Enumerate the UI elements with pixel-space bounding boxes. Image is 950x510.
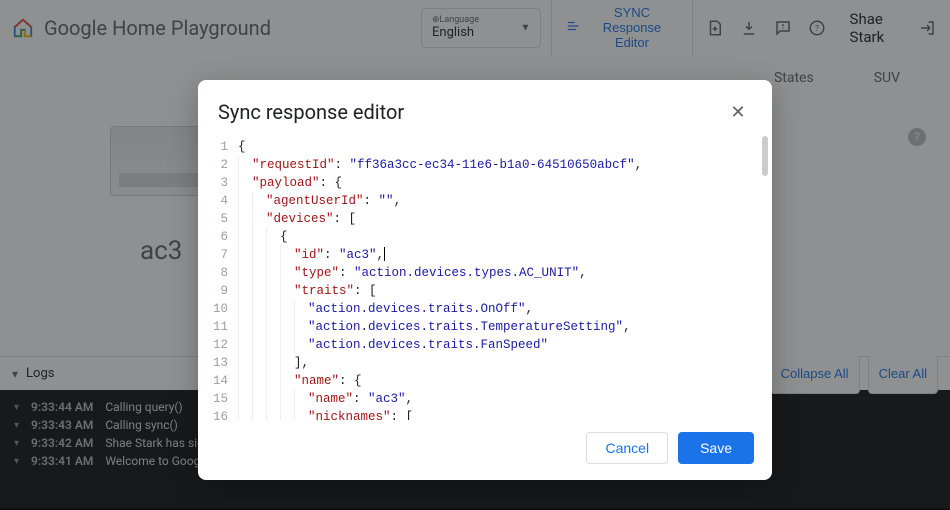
sync-response-editor-modal: Sync response editor ✕ 12345678910111213…	[198, 80, 772, 480]
code-editor[interactable]: 12345678910111213141516 { "requestId": "…	[198, 136, 772, 420]
editor-gutter: 12345678910111213141516	[204, 136, 234, 420]
close-icon[interactable]: ✕	[724, 98, 752, 126]
cancel-button[interactable]: Cancel	[586, 432, 668, 464]
modal-title: Sync response editor	[218, 100, 404, 124]
editor-code[interactable]: { "requestId": "ff36a3cc-ec34-11e6-b1a0-…	[234, 136, 766, 420]
text-caret	[384, 247, 385, 261]
save-button[interactable]: Save	[678, 432, 754, 464]
